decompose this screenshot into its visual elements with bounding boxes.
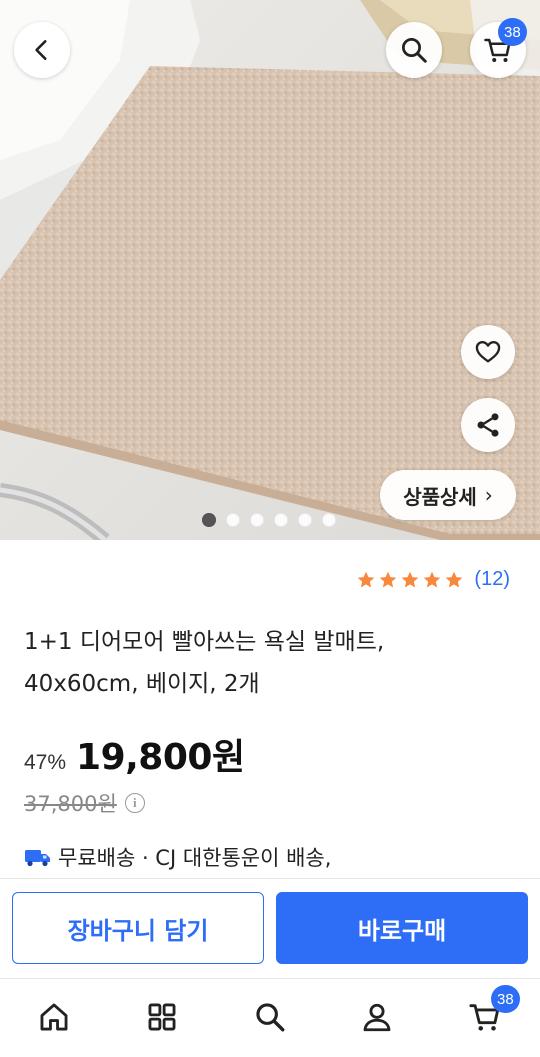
star-icon <box>424 571 441 587</box>
info-icon[interactable]: i <box>124 793 145 813</box>
cart-count-badge: 38 <box>498 18 527 46</box>
cart-button[interactable]: 38 <box>470 18 527 78</box>
original-price-row: 37,800원 i <box>24 788 145 818</box>
slide-dot[interactable] <box>226 513 240 527</box>
product-detail-button[interactable]: 상품상세 › <box>380 470 516 520</box>
shipping-text: 무료배송 · CJ 대한통운이 배송, <box>58 846 332 870</box>
star-icon <box>402 571 419 587</box>
home-icon <box>40 1003 68 1031</box>
slide-indicator <box>202 513 336 527</box>
search-icon <box>402 38 427 63</box>
category-icon <box>148 1003 176 1031</box>
chevron-left-icon <box>35 40 47 60</box>
rating-summary[interactable]: (12) <box>356 568 510 591</box>
nav-cart[interactable]: 38 <box>465 985 520 1037</box>
product-detail-label: 상품상세 <box>403 484 477 509</box>
slide-dot[interactable] <box>298 513 312 527</box>
buy-now-button[interactable]: 바로구매 <box>276 892 528 964</box>
share-icon <box>477 413 499 437</box>
nav-search[interactable] <box>250 997 290 1037</box>
search-icon <box>256 1003 285 1032</box>
star-icon <box>358 571 375 587</box>
nav-my-page[interactable] <box>357 997 397 1037</box>
slide-dot[interactable] <box>250 513 264 527</box>
product-title: 1+1 디어모어 빨아쓰는 욕실 발매트, 40x60cm, 베이지, 2개 <box>24 629 385 697</box>
nav-category[interactable] <box>142 997 182 1037</box>
nav-home[interactable] <box>34 997 74 1037</box>
product-image-gallery[interactable]: 38 상품상세 › <box>0 0 540 540</box>
purchase-action-bar: 장바구니 담기 바로구매 <box>0 878 540 976</box>
share-button[interactable] <box>461 398 515 452</box>
user-icon <box>363 1003 391 1032</box>
review-count-link[interactable]: (12) <box>474 568 510 591</box>
nav-cart-count-badge: 38 <box>491 985 520 1013</box>
slide-dot[interactable] <box>322 513 336 527</box>
sale-price: 19,800원 <box>76 737 245 778</box>
search-button[interactable] <box>386 22 442 78</box>
original-price: 37,800원 <box>24 792 117 816</box>
star-icon <box>380 571 397 587</box>
discount-rate: 47% <box>24 751 67 774</box>
star-icon <box>446 571 463 587</box>
product-photo <box>0 0 540 540</box>
slide-dot[interactable] <box>202 513 216 527</box>
like-button[interactable] <box>461 325 515 379</box>
add-to-cart-button[interactable]: 장바구니 담기 <box>12 892 264 964</box>
shipping-info: 무료배송 · CJ 대한통운이 배송, <box>24 842 331 872</box>
price-row: 47% 19,800원 <box>24 728 245 780</box>
heart-icon <box>475 341 501 363</box>
truck-icon <box>25 850 50 867</box>
bottom-navigation: 38 <box>0 978 540 1057</box>
chevron-right-icon: › <box>484 483 493 507</box>
slide-dot[interactable] <box>274 513 288 527</box>
back-button[interactable] <box>14 22 70 78</box>
